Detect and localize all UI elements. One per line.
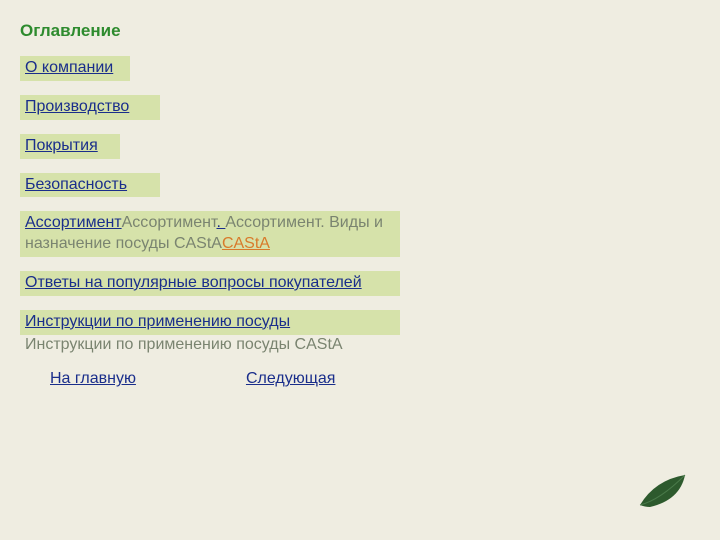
toc-item-production: Производство — [20, 95, 420, 120]
link-instructions[interactable]: Инструкции по применению посуды — [25, 313, 290, 330]
link-safety[interactable]: Безопасность — [25, 176, 127, 193]
link-assortment[interactable]: Ассортимент — [25, 214, 122, 231]
toc-item-faq: Ответы на популярные вопросы покупателей — [20, 271, 420, 296]
text-instructions-plain: Инструкции по применению посуды CAStA — [20, 335, 420, 356]
toc-item-instructions: Инструкции по применению посуды Инструкц… — [20, 310, 420, 356]
leaf-icon — [635, 465, 695, 515]
toc-title: Оглавление — [20, 20, 130, 41]
link-next[interactable]: Следующая — [246, 369, 336, 390]
link-faq[interactable]: Ответы на популярные вопросы покупателей — [25, 274, 362, 291]
text-assortment-orange: CAStA — [222, 235, 270, 252]
link-about[interactable]: О компании — [25, 59, 113, 76]
toc-item-coating: Покрытия — [20, 134, 420, 159]
text-assortment-plain1: Ассортимент — [122, 214, 217, 231]
link-coating[interactable]: Покрытия — [25, 137, 98, 154]
link-home[interactable]: На главную — [50, 369, 136, 390]
link-production[interactable]: Производство — [25, 98, 129, 115]
toc-item-assortment: АссортиментАссортимент. Ассортимент. Вид… — [20, 211, 420, 257]
toc-item-about: О компании — [20, 56, 420, 81]
toc-item-safety: Безопасность — [20, 173, 420, 198]
